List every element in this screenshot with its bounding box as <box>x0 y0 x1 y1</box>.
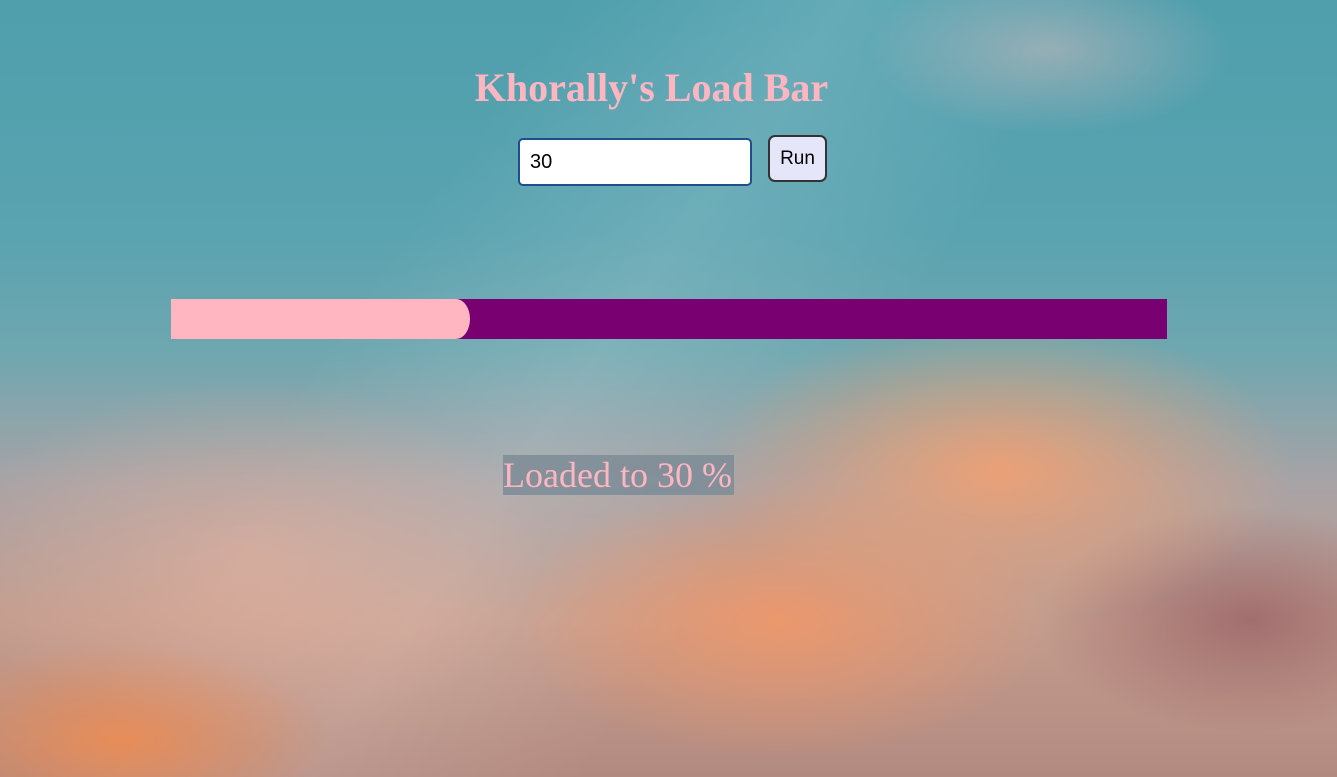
run-button[interactable]: Run <box>768 135 827 182</box>
load-status-text: Loaded to 30 % <box>503 455 734 495</box>
progress-bar <box>171 299 1167 339</box>
progress-bar-fill <box>171 299 470 339</box>
page-title: Khorally's Load Bar <box>474 65 829 110</box>
load-value-input[interactable] <box>518 138 752 186</box>
